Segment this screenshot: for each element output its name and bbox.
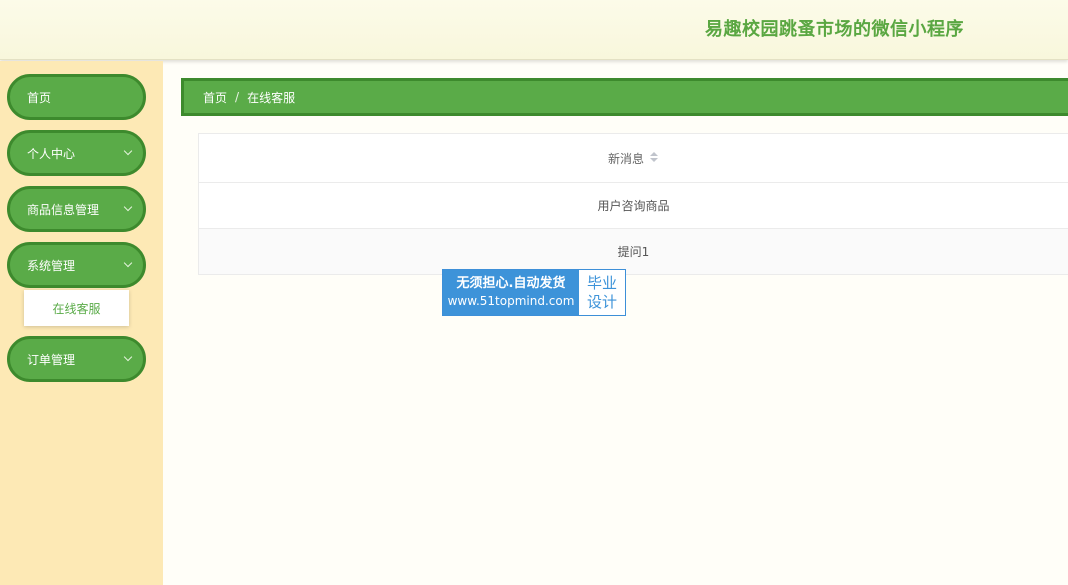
watermark-badge-line2: 设计 [586, 292, 617, 311]
chevron-down-icon [123, 258, 133, 268]
chevron-down-icon [123, 352, 133, 362]
breadcrumb-home[interactable]: 首页 [203, 89, 227, 106]
table-row[interactable]: 提问1 [199, 228, 1068, 274]
submenu-item-label: 在线客服 [52, 301, 101, 316]
breadcrumb-current: 在线客服 [247, 90, 296, 105]
submenu-item-online-service[interactable]: 在线客服 [24, 290, 129, 326]
breadcrumb: 首页 / 在线客服 [181, 78, 1068, 116]
sidebar-item-personal-center[interactable]: 个人中心 [7, 130, 146, 176]
sidebar-item-label: 首页 [27, 90, 52, 105]
watermark-badge-line1: 毕业 [586, 273, 617, 292]
sidebar-item-label: 个人中心 [27, 146, 76, 161]
table-cell: 提问1 [617, 245, 650, 259]
sidebar-item-label: 商品信息管理 [27, 202, 100, 217]
sort-icon[interactable] [649, 152, 659, 164]
watermark-left: 无须担心.自动发货 www.51topmind.com [443, 270, 579, 315]
table-header: 新消息 [199, 134, 1068, 182]
watermark-slogan: 无须担心.自动发货 [456, 276, 566, 291]
sidebar-item-system-management[interactable]: 系统管理 [7, 242, 146, 288]
breadcrumb-separator: / [235, 90, 240, 104]
top-header: 易趣校园跳蚤市场的微信小程序 [0, 0, 1068, 60]
sidebar-item-home[interactable]: 首页 [7, 74, 146, 120]
watermark-badge: 无须担心.自动发货 www.51topmind.com 毕业 设计 [442, 269, 626, 316]
table-row[interactable]: 用户咨询商品 [199, 182, 1068, 228]
watermark-url: www.51topmind.com [447, 294, 575, 308]
sidebar-item-label: 订单管理 [27, 352, 76, 367]
sidebar-item-order-management[interactable]: 订单管理 [7, 336, 146, 382]
chevron-down-icon [123, 202, 133, 212]
app-title: 易趣校园跳蚤市场的微信小程序 [705, 19, 964, 40]
column-header-new-message[interactable]: 新消息 [608, 150, 644, 167]
chevron-down-icon [123, 146, 133, 156]
sidebar-item-product-management[interactable]: 商品信息管理 [7, 186, 146, 232]
table-cell: 用户咨询商品 [597, 199, 670, 213]
message-table: 新消息 用户咨询商品 提问1 [198, 133, 1068, 275]
watermark-right: 毕业 设计 [579, 270, 625, 315]
sidebar-item-label: 系统管理 [27, 258, 76, 273]
